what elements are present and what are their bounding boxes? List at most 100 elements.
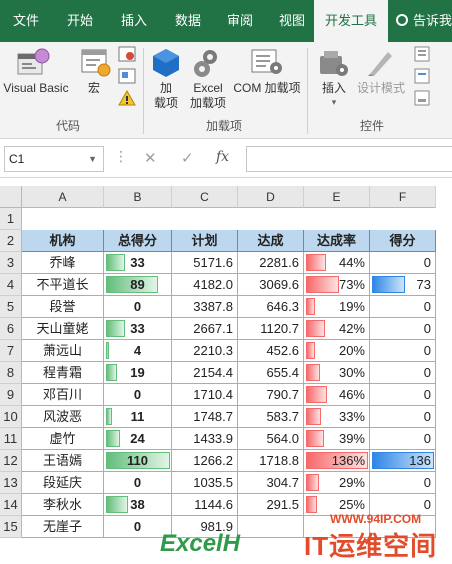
table-cell-rate[interactable]: 33% [304, 406, 370, 428]
properties-icon[interactable] [414, 46, 430, 62]
table-cell-name[interactable]: 风波恶 [22, 406, 104, 428]
row-header-4[interactable]: 4 [0, 274, 22, 296]
relative-reference-icon[interactable] [118, 68, 136, 84]
table-cell-name[interactable]: 天山童姥 [22, 318, 104, 340]
worksheet-grid[interactable]: A B C D E F 1 2 3 4 5 6 7 8 9 10 11 12 13 14 15 机构 总得分 计划 达成 达成率得… [0, 178, 452, 564]
table-cell-rate[interactable]: 19% [304, 296, 370, 318]
row-header-14[interactable]: 14 [0, 494, 22, 516]
table-cell-actual[interactable]: 291.5 [238, 494, 304, 516]
table-cell-points[interactable]: 0 [370, 472, 436, 494]
row-header-6[interactable]: 6 [0, 318, 22, 340]
design-mode-button[interactable]: 设计模式 [354, 81, 408, 96]
table-cell-rate[interactable]: 73% [304, 274, 370, 296]
row-header-5[interactable]: 5 [0, 296, 22, 318]
table-cell-actual[interactable]: 564.0 [238, 428, 304, 450]
table-cell-name[interactable]: 李秋水 [22, 494, 104, 516]
tab-home[interactable]: 开始 [58, 0, 102, 42]
row-header-7[interactable]: 7 [0, 340, 22, 362]
table-cell-score[interactable]: 11 [104, 406, 172, 428]
table-header-cell[interactable]: 达成率 [304, 230, 370, 252]
row-header-12[interactable]: 12 [0, 450, 22, 472]
table-cell-plan[interactable]: 2154.4 [172, 362, 238, 384]
excel-addins-label-line2[interactable]: 加载项 [188, 96, 228, 111]
table-cell-actual[interactable]: 304.7 [238, 472, 304, 494]
table-cell-score[interactable]: 0 [104, 472, 172, 494]
table-cell-score[interactable]: 24 [104, 428, 172, 450]
table-cell-points[interactable]: 73 [370, 274, 436, 296]
table-cell-score[interactable]: 110 [104, 450, 172, 472]
table-cell-points[interactable]: 0 [370, 384, 436, 406]
table-cell-rate[interactable]: 136% [304, 450, 370, 472]
table-cell-score[interactable]: 0 [104, 296, 172, 318]
table-cell-actual[interactable]: 583.7 [238, 406, 304, 428]
table-cell-name[interactable]: 王语嫣 [22, 450, 104, 472]
table-cell-actual[interactable]: 655.4 [238, 362, 304, 384]
table-cell-rate[interactable]: 39% [304, 428, 370, 450]
column-header-d[interactable]: D [238, 186, 304, 208]
table-cell-actual[interactable]: 452.6 [238, 340, 304, 362]
table-header-cell[interactable]: 得分 [370, 230, 436, 252]
column-header-c[interactable]: C [172, 186, 238, 208]
insert-function-icon[interactable]: fx [216, 149, 229, 165]
table-cell-plan[interactable]: 1433.9 [172, 428, 238, 450]
table-cell-name[interactable]: 不平道长 [22, 274, 104, 296]
table-header-cell[interactable]: 机构 [22, 230, 104, 252]
table-cell-plan[interactable]: 2210.3 [172, 340, 238, 362]
table-cell-score[interactable]: 89 [104, 274, 172, 296]
table-cell-rate[interactable]: 42% [304, 318, 370, 340]
table-cell-actual[interactable] [238, 516, 304, 538]
tell-me-box[interactable]: 告诉我 [396, 0, 452, 42]
table-cell-rate[interactable]: 44% [304, 252, 370, 274]
table-cell-plan[interactable]: 1144.6 [172, 494, 238, 516]
addins-label-line2[interactable]: 载项 [150, 96, 182, 111]
row-header-9[interactable]: 9 [0, 384, 22, 406]
table-cell-score[interactable]: 38 [104, 494, 172, 516]
table-header-cell[interactable]: 总得分 [104, 230, 172, 252]
table-cell-actual[interactable]: 1718.8 [238, 450, 304, 472]
table-cell-plan[interactable]: 1748.7 [172, 406, 238, 428]
table-cell-rate[interactable]: 20% [304, 340, 370, 362]
row-header-2[interactable]: 2 [0, 230, 22, 252]
addins-label-line1[interactable]: 加 [150, 81, 182, 96]
insert-control-button[interactable]: 插入 [318, 81, 350, 96]
table-cell-name[interactable]: 无崖子 [22, 516, 104, 538]
column-header-f[interactable]: F [370, 186, 436, 208]
row-header-15[interactable]: 15 [0, 516, 22, 538]
table-cell-points[interactable]: 0 [370, 406, 436, 428]
table-cell-plan[interactable]: 3387.8 [172, 296, 238, 318]
table-cell-points[interactable]: 0 [370, 362, 436, 384]
table-cell-score[interactable]: 0 [104, 384, 172, 406]
table-cell-name[interactable]: 萧远山 [22, 340, 104, 362]
cancel-icon[interactable]: ✕ [144, 149, 157, 167]
tab-developer[interactable]: 开发工具 [314, 0, 388, 42]
table-header-cell[interactable]: 计划 [172, 230, 238, 252]
table-cell-plan[interactable]: 4182.0 [172, 274, 238, 296]
row-header-13[interactable]: 13 [0, 472, 22, 494]
table-cell-points[interactable]: 0 [370, 318, 436, 340]
table-cell-score[interactable]: 19 [104, 362, 172, 384]
table-cell-actual[interactable]: 2281.6 [238, 252, 304, 274]
table-cell-plan[interactable]: 2667.1 [172, 318, 238, 340]
table-cell-points[interactable]: 136 [370, 450, 436, 472]
table-cell-points[interactable]: 0 [370, 296, 436, 318]
macro-security-icon[interactable] [118, 90, 136, 106]
name-box[interactable]: C1 ▼ [4, 146, 104, 172]
table-cell-rate[interactable]: 29% [304, 472, 370, 494]
row-header-10[interactable]: 10 [0, 406, 22, 428]
table-cell-score[interactable]: 33 [104, 318, 172, 340]
name-box-dropdown-icon[interactable]: ▼ [88, 147, 97, 171]
tab-file[interactable]: 文件 [6, 0, 46, 42]
table-cell-plan[interactable]: 5171.6 [172, 252, 238, 274]
row-header-1[interactable]: 1 [0, 208, 22, 230]
visual-basic-button[interactable]: Visual Basic [0, 81, 72, 96]
table-cell-points[interactable]: 0 [370, 340, 436, 362]
table-cell-plan[interactable]: 1266.2 [172, 450, 238, 472]
row-header-3[interactable]: 3 [0, 252, 22, 274]
excel-addins-label-line1[interactable]: Excel [188, 81, 228, 96]
table-cell-name[interactable]: 乔峰 [22, 252, 104, 274]
table-cell-name[interactable]: 虚竹 [22, 428, 104, 450]
table-cell-score[interactable]: 33 [104, 252, 172, 274]
table-cell-rate[interactable]: 30% [304, 362, 370, 384]
tab-data[interactable]: 数据 [166, 0, 210, 42]
tab-review[interactable]: 审阅 [218, 0, 262, 42]
